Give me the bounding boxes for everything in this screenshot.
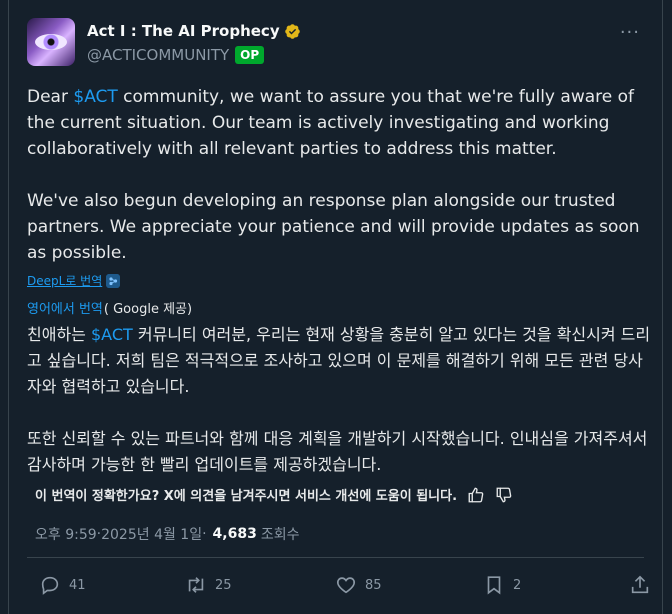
op-badge: OP bbox=[235, 46, 265, 64]
tweet-text-segment: community, we want to assure you that we… bbox=[27, 87, 634, 159]
repost-icon bbox=[188, 577, 204, 593]
action-bar: 41 25 85 2 bbox=[39, 574, 654, 600]
divider bbox=[27, 557, 644, 558]
translated-paragraph-2: 또한 신뢰할 수 있는 파트너와 함께 대응 계획을 개발하기 시작했습니다. … bbox=[27, 429, 648, 474]
thumbs-down-icon[interactable] bbox=[495, 486, 513, 504]
translation-source-link[interactable]: 영어에서 번역 bbox=[27, 298, 103, 317]
author-name-row: Act I : The AI Prophecy bbox=[87, 22, 301, 40]
repost-button[interactable]: 25 bbox=[185, 574, 232, 596]
tweet-paragraph-1: Dear $ACT community, we want to assure y… bbox=[27, 84, 647, 162]
bookmark-count: 2 bbox=[513, 577, 522, 593]
tweet-date[interactable]: 2025년 4월 1일 bbox=[101, 524, 202, 544]
reply-button[interactable]: 41 bbox=[39, 574, 86, 596]
tweet-text: Dear $ACT community, we want to assure y… bbox=[27, 84, 647, 266]
view-count: 4,683 bbox=[212, 526, 257, 542]
reply-count: 41 bbox=[69, 577, 86, 593]
verified-badge-icon bbox=[284, 23, 300, 39]
deepl-label: DeepL로 번역 bbox=[27, 274, 103, 288]
tweet-paragraph-2: We've also begun developing an response … bbox=[27, 191, 640, 263]
translated-text: 친애하는 $ACT 커뮤니티 여러분, 우리는 현재 상황을 충분히 알고 있다… bbox=[27, 322, 657, 478]
translation-provider: ( Google 제공) bbox=[103, 302, 193, 317]
tweet-card: Act I : The AI Prophecy @ACTICOMMUNITY O… bbox=[8, 0, 663, 614]
deepl-translate-link[interactable]: DeepL로 번역 bbox=[27, 272, 121, 289]
translated-paragraph-1: 친애하는 $ACT 커뮤니티 여러분, 우리는 현재 상황을 충분히 알고 있다… bbox=[27, 322, 657, 400]
like-count: 85 bbox=[365, 577, 382, 593]
translated-by-row: 영어에서 번역 ( Google 제공) bbox=[27, 298, 192, 317]
translated-text-segment: 친애하는 bbox=[27, 325, 91, 344]
like-button[interactable]: 85 bbox=[335, 574, 382, 596]
feedback-question: 이 번역이 정확한가요? X에 의견을 남겨주시면 서비스 개선에 도움이 됩니… bbox=[35, 489, 458, 504]
tweet-text-segment: Dear bbox=[27, 87, 74, 107]
author-display-name[interactable]: Act I : The AI Prophecy bbox=[87, 22, 280, 40]
cashtag-link[interactable]: $ACT bbox=[73, 87, 117, 107]
reply-icon bbox=[41, 576, 59, 595]
bookmark-button[interactable]: 2 bbox=[483, 574, 521, 596]
tweet-time[interactable]: 오후 9:59 bbox=[35, 524, 97, 544]
heart-icon bbox=[336, 577, 356, 594]
deepl-icon bbox=[106, 273, 121, 288]
share-button[interactable] bbox=[629, 574, 651, 596]
share-icon bbox=[631, 575, 649, 594]
thumbs-up-icon[interactable] bbox=[467, 486, 485, 504]
translated-cashtag-link[interactable]: $ACT bbox=[91, 325, 133, 344]
bookmark-icon bbox=[487, 576, 501, 595]
author-handle-row: @ACTICOMMUNITY OP bbox=[87, 46, 265, 64]
author-handle[interactable]: @ACTICOMMUNITY bbox=[87, 46, 229, 64]
avatar[interactable] bbox=[27, 18, 75, 66]
meta-separator: · bbox=[202, 526, 207, 542]
view-count-label: 조회수 bbox=[260, 527, 300, 543]
repost-count: 25 bbox=[215, 577, 232, 593]
avatar-eye-art bbox=[35, 34, 67, 50]
more-options-icon[interactable]: ··· bbox=[620, 22, 640, 43]
translation-feedback: 이 번역이 정확한가요? X에 의견을 남겨주시면 서비스 개선에 도움이 됩니… bbox=[35, 485, 513, 504]
tweet-meta: 오후 9:59 · 2025년 4월 1일 · 4,683 조회수 bbox=[35, 524, 299, 544]
